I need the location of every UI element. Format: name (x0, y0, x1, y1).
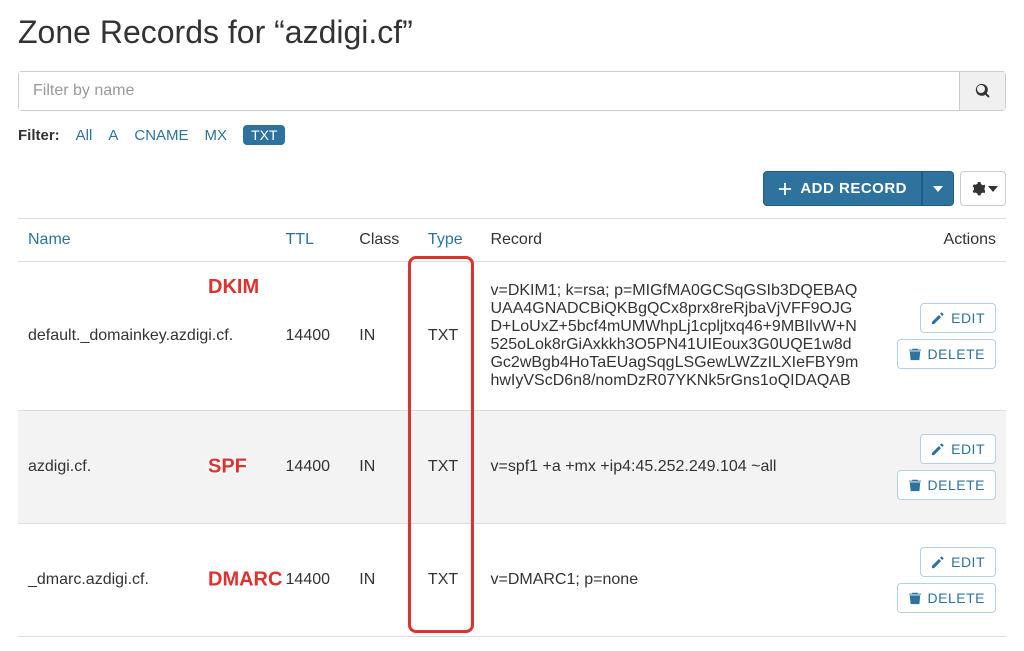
delete-button[interactable]: DELETE (897, 583, 996, 613)
add-record-label: ADD RECORD (800, 180, 907, 197)
record-type: TXT (418, 262, 481, 411)
record-name: _dmarc.azdigi.cf. (28, 571, 149, 588)
record-name: azdigi.cf. (28, 458, 91, 475)
filter-name-input[interactable] (19, 72, 959, 110)
col-ttl[interactable]: TTL (276, 219, 350, 262)
table-row: default._domainkey.azdigi.cf. DKIM 14400… (18, 262, 1006, 411)
table-row: _dmarc.azdigi.cf. DMARC 14400 IN TXT v=D… (18, 524, 1006, 637)
add-record-dropdown[interactable] (922, 171, 954, 206)
delete-button[interactable]: DELETE (897, 339, 996, 369)
caret-down-icon (988, 184, 998, 194)
filter-a[interactable]: A (108, 127, 118, 144)
trash-icon (908, 478, 922, 492)
col-record: Record (480, 219, 869, 262)
delete-label: DELETE (928, 590, 985, 606)
delete-label: DELETE (928, 346, 985, 362)
col-class: Class (349, 219, 418, 262)
filter-mx[interactable]: MX (205, 127, 228, 144)
plus-icon (778, 182, 792, 196)
annotation-dkim: DKIM (208, 276, 259, 299)
col-actions: Actions (869, 219, 1006, 262)
record-type: TXT (418, 411, 481, 524)
records-table: Name TTL Class Type Record Actions defau… (18, 218, 1006, 637)
search-icon (975, 83, 991, 99)
record-ttl: 14400 (276, 411, 350, 524)
record-class: IN (349, 524, 418, 637)
page-title: Zone Records for “azdigi.cf” (18, 14, 1006, 51)
edit-label: EDIT (951, 441, 985, 457)
record-name: default._domainkey.azdigi.cf. (28, 327, 233, 344)
table-settings-button[interactable] (960, 171, 1006, 206)
record-class: IN (349, 411, 418, 524)
record-value: v=spf1 +a +mx +ip4:45.252.249.104 ~all (480, 411, 869, 524)
pencil-icon (931, 442, 945, 456)
record-value: v=DMARC1; p=none (480, 524, 869, 637)
trash-icon (908, 347, 922, 361)
record-value: v=DKIM1; k=rsa; p=MIGfMA0GCSqGSIb3DQEBAQ… (480, 262, 869, 411)
annotation-dmarc: DMARC (208, 569, 282, 592)
annotation-spf: SPF (208, 456, 247, 479)
record-ttl: 14400 (276, 262, 350, 411)
pencil-icon (931, 555, 945, 569)
edit-label: EDIT (951, 310, 985, 326)
table-row: azdigi.cf. SPF 14400 IN TXT v=spf1 +a +m… (18, 411, 1006, 524)
add-record-group: ADD RECORD (763, 171, 954, 206)
filter-all[interactable]: All (76, 127, 93, 144)
record-ttl: 14400 (276, 524, 350, 637)
filter-txt[interactable]: TXT (243, 125, 285, 145)
col-name[interactable]: Name (18, 219, 276, 262)
record-class: IN (349, 262, 418, 411)
filter-search (18, 71, 1006, 111)
edit-button[interactable]: EDIT (920, 303, 996, 333)
filter-cname[interactable]: CNAME (134, 127, 188, 144)
search-button[interactable] (959, 72, 1005, 110)
filter-label: Filter: (18, 127, 60, 144)
record-type: TXT (418, 524, 481, 637)
toolbar: ADD RECORD (18, 171, 1006, 206)
caret-down-icon (933, 184, 943, 194)
trash-icon (908, 591, 922, 605)
records-table-wrap: Name TTL Class Type Record Actions defau… (18, 218, 1006, 637)
add-record-button[interactable]: ADD RECORD (763, 171, 922, 206)
filter-row: Filter: All A CNAME MX TXT (18, 125, 1006, 145)
delete-label: DELETE (928, 477, 985, 493)
edit-button[interactable]: EDIT (920, 434, 996, 464)
delete-button[interactable]: DELETE (897, 470, 996, 500)
gear-icon (969, 181, 985, 197)
edit-button[interactable]: EDIT (920, 547, 996, 577)
pencil-icon (931, 311, 945, 325)
edit-label: EDIT (951, 554, 985, 570)
col-type[interactable]: Type (418, 219, 481, 262)
